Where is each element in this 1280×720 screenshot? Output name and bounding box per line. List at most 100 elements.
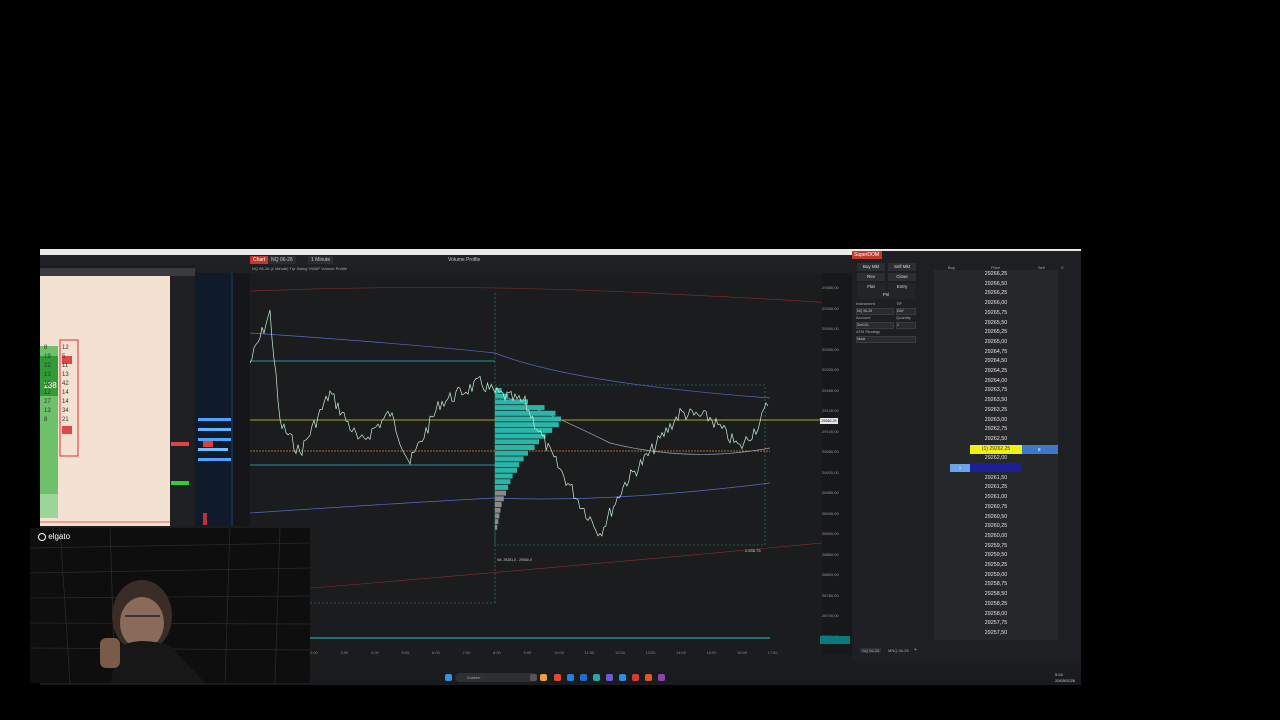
time-axis-label: 10:00 bbox=[554, 650, 565, 655]
edge-icon[interactable] bbox=[567, 674, 574, 681]
ladder-price[interactable]: 29262,50 bbox=[970, 435, 1022, 445]
footprint-cell: 13 bbox=[44, 408, 51, 414]
volume-profile-bar bbox=[495, 502, 502, 507]
file-explorer-icon[interactable] bbox=[540, 674, 547, 681]
ladder-price[interactable]: 29265,25 bbox=[970, 328, 1022, 338]
indicator-label[interactable]: Volume Profile bbox=[445, 256, 483, 264]
price-chart[interactable] bbox=[249, 273, 826, 655]
telegram-icon[interactable] bbox=[619, 674, 626, 681]
windows-start-icon[interactable] bbox=[445, 674, 452, 681]
ladder-price[interactable]: 29258,25 bbox=[970, 600, 1022, 610]
working-order-marker[interactable]: 1 bbox=[950, 464, 970, 472]
chart-toolbar: NQ 06-26 (1 Minute) Trp Swing VWAP Volum… bbox=[195, 265, 852, 273]
footprint-cell: 22 bbox=[44, 363, 51, 369]
ladder-price[interactable]: 29266,25 bbox=[970, 289, 1022, 299]
ladder-price[interactable]: 29266,50 bbox=[970, 280, 1022, 290]
add-tab-icon[interactable]: + bbox=[914, 647, 917, 653]
price-axis-label: 28820,00 bbox=[822, 572, 839, 577]
footprint-cell: 21 bbox=[62, 417, 69, 423]
vwap-band-1 bbox=[249, 332, 771, 399]
quantity-stepper[interactable]: 1 bbox=[896, 322, 916, 329]
atm-strategy-select[interactable]: None bbox=[856, 336, 916, 343]
price-axis-label: 29300,00 bbox=[822, 326, 839, 331]
time-axis-label: 16:00 bbox=[737, 650, 748, 655]
obs-icon[interactable] bbox=[645, 674, 652, 681]
atm-strategy-label: ATM Strategy bbox=[856, 329, 881, 334]
dom-tab-mnq[interactable]: MNQ 06-26 bbox=[886, 648, 911, 653]
time-axis-label: 14:00 bbox=[676, 650, 687, 655]
ladder-price[interactable]: 29257,75 bbox=[970, 619, 1022, 629]
ladder-price[interactable]: 29263,50 bbox=[970, 396, 1022, 406]
ladder-price[interactable]: 29260,50 bbox=[970, 513, 1022, 523]
flat-label: Flat bbox=[857, 283, 885, 291]
ladder-price[interactable]: 29264,25 bbox=[970, 367, 1022, 377]
ladder-price[interactable]: 29266,00 bbox=[970, 299, 1022, 309]
discord-icon[interactable] bbox=[606, 674, 613, 681]
account-select[interactable]: Sim101 bbox=[856, 322, 894, 329]
price-axis[interactable]: 29380,00 29340,00 29300,00 29260,00 29220,00… bbox=[822, 273, 852, 655]
ladder-price[interactable]: 29258,50 bbox=[970, 590, 1022, 600]
ladder-price[interactable]: 29264,50 bbox=[970, 357, 1022, 367]
vwap-band-2 bbox=[249, 482, 771, 514]
time-axis-label: 5:00 bbox=[401, 650, 410, 655]
ladder-price[interactable]: 29261,00 bbox=[970, 493, 1022, 503]
media-icon[interactable] bbox=[658, 674, 665, 681]
ladder-price[interactable]: 29260,00 bbox=[970, 532, 1022, 542]
ladder-price[interactable]: 29259,25 bbox=[970, 561, 1022, 571]
ninjatrader-icon[interactable] bbox=[632, 674, 639, 681]
ladder-price[interactable]: 29259,00 bbox=[970, 571, 1022, 581]
ask-size-cell[interactable]: 8 bbox=[1022, 445, 1058, 454]
ladder-price[interactable]: 29264,00 bbox=[970, 377, 1022, 387]
footprint-cell: 14 bbox=[62, 399, 69, 405]
ladder-price[interactable]: 29260,25 bbox=[970, 522, 1022, 532]
timeframe-selector[interactable]: 1 Minute bbox=[308, 256, 334, 264]
ladder-price[interactable]: 29261,50 bbox=[970, 474, 1022, 484]
price-axis-label: 29060,00 bbox=[822, 449, 839, 454]
ladder-price[interactable]: 29258,00 bbox=[970, 610, 1022, 620]
close-position-button[interactable]: Close bbox=[888, 273, 916, 281]
task-view-icon[interactable] bbox=[530, 674, 537, 681]
ladder-price[interactable]: 29266,25 bbox=[970, 270, 1022, 280]
app-icon[interactable] bbox=[593, 674, 600, 681]
store-icon[interactable] bbox=[580, 674, 587, 681]
ladder-price[interactable]: 29259,75 bbox=[970, 542, 1022, 552]
tif-label: TIF bbox=[896, 301, 902, 306]
sell-market-button[interactable]: Sell Mkt bbox=[888, 263, 916, 271]
instrument-label: Instrument bbox=[856, 301, 875, 306]
ladder-price[interactable]: 29265,75 bbox=[970, 309, 1022, 319]
volume-profile-bar bbox=[495, 513, 500, 519]
ladder-price[interactable]: 29263,00 bbox=[970, 416, 1022, 426]
ladder-price[interactable]: 29262,75 bbox=[970, 425, 1022, 435]
ladder-price[interactable]: 29263,75 bbox=[970, 386, 1022, 396]
footprint-cell: 12 bbox=[44, 390, 51, 396]
chrome-icon[interactable] bbox=[554, 674, 561, 681]
price-ladder[interactable]: Buy Price Sell C 29266,25 29266,50 29266,2… bbox=[934, 265, 1064, 640]
ladder-price[interactable]: 29259,50 bbox=[970, 551, 1022, 561]
tif-select[interactable]: DAY bbox=[896, 308, 916, 315]
dom-tab-nq[interactable]: NQ 06-26 bbox=[860, 648, 882, 653]
taskbar-date: 20/05/2026 bbox=[1055, 678, 1076, 683]
instrument-field[interactable]: NQ 06-26 bbox=[856, 308, 894, 315]
ladder-price[interactable]: 29260,75 bbox=[970, 503, 1022, 513]
ladder-price[interactable]: 29263,25 bbox=[970, 406, 1022, 416]
instrument-selector[interactable]: NQ 06-26 bbox=[268, 256, 296, 264]
highlight-price-row bbox=[970, 463, 1022, 472]
profile-label-total: 2.836,75 bbox=[745, 548, 761, 553]
depth-heatmap-panel bbox=[195, 273, 250, 526]
ladder-price[interactable]: 29264,75 bbox=[970, 348, 1022, 358]
footprint-cell: 13 bbox=[44, 372, 51, 378]
ladder-price[interactable]: 29261,25 bbox=[970, 483, 1022, 493]
superdom-title: SuperDOM bbox=[852, 251, 882, 259]
taskbar-search[interactable]: Zoeken bbox=[455, 673, 537, 682]
ladder-price[interactable]: 29257,50 bbox=[970, 629, 1022, 639]
elgato-logo: elgato bbox=[38, 532, 70, 541]
ladder-price[interactable]: 29265,50 bbox=[970, 319, 1022, 329]
reverse-button[interactable]: Rev bbox=[857, 273, 885, 281]
footprint-cell: 42 bbox=[62, 381, 69, 387]
price-axis-label: 29140,00 bbox=[822, 408, 839, 413]
buy-market-button[interactable]: Buy Mkt bbox=[857, 263, 885, 271]
tab-chart[interactable]: Chart bbox=[250, 256, 269, 264]
ladder-price[interactable]: 29258,75 bbox=[970, 580, 1022, 590]
ladder-price[interactable]: 29265,00 bbox=[970, 338, 1022, 348]
volume-profile-bar bbox=[495, 456, 524, 462]
